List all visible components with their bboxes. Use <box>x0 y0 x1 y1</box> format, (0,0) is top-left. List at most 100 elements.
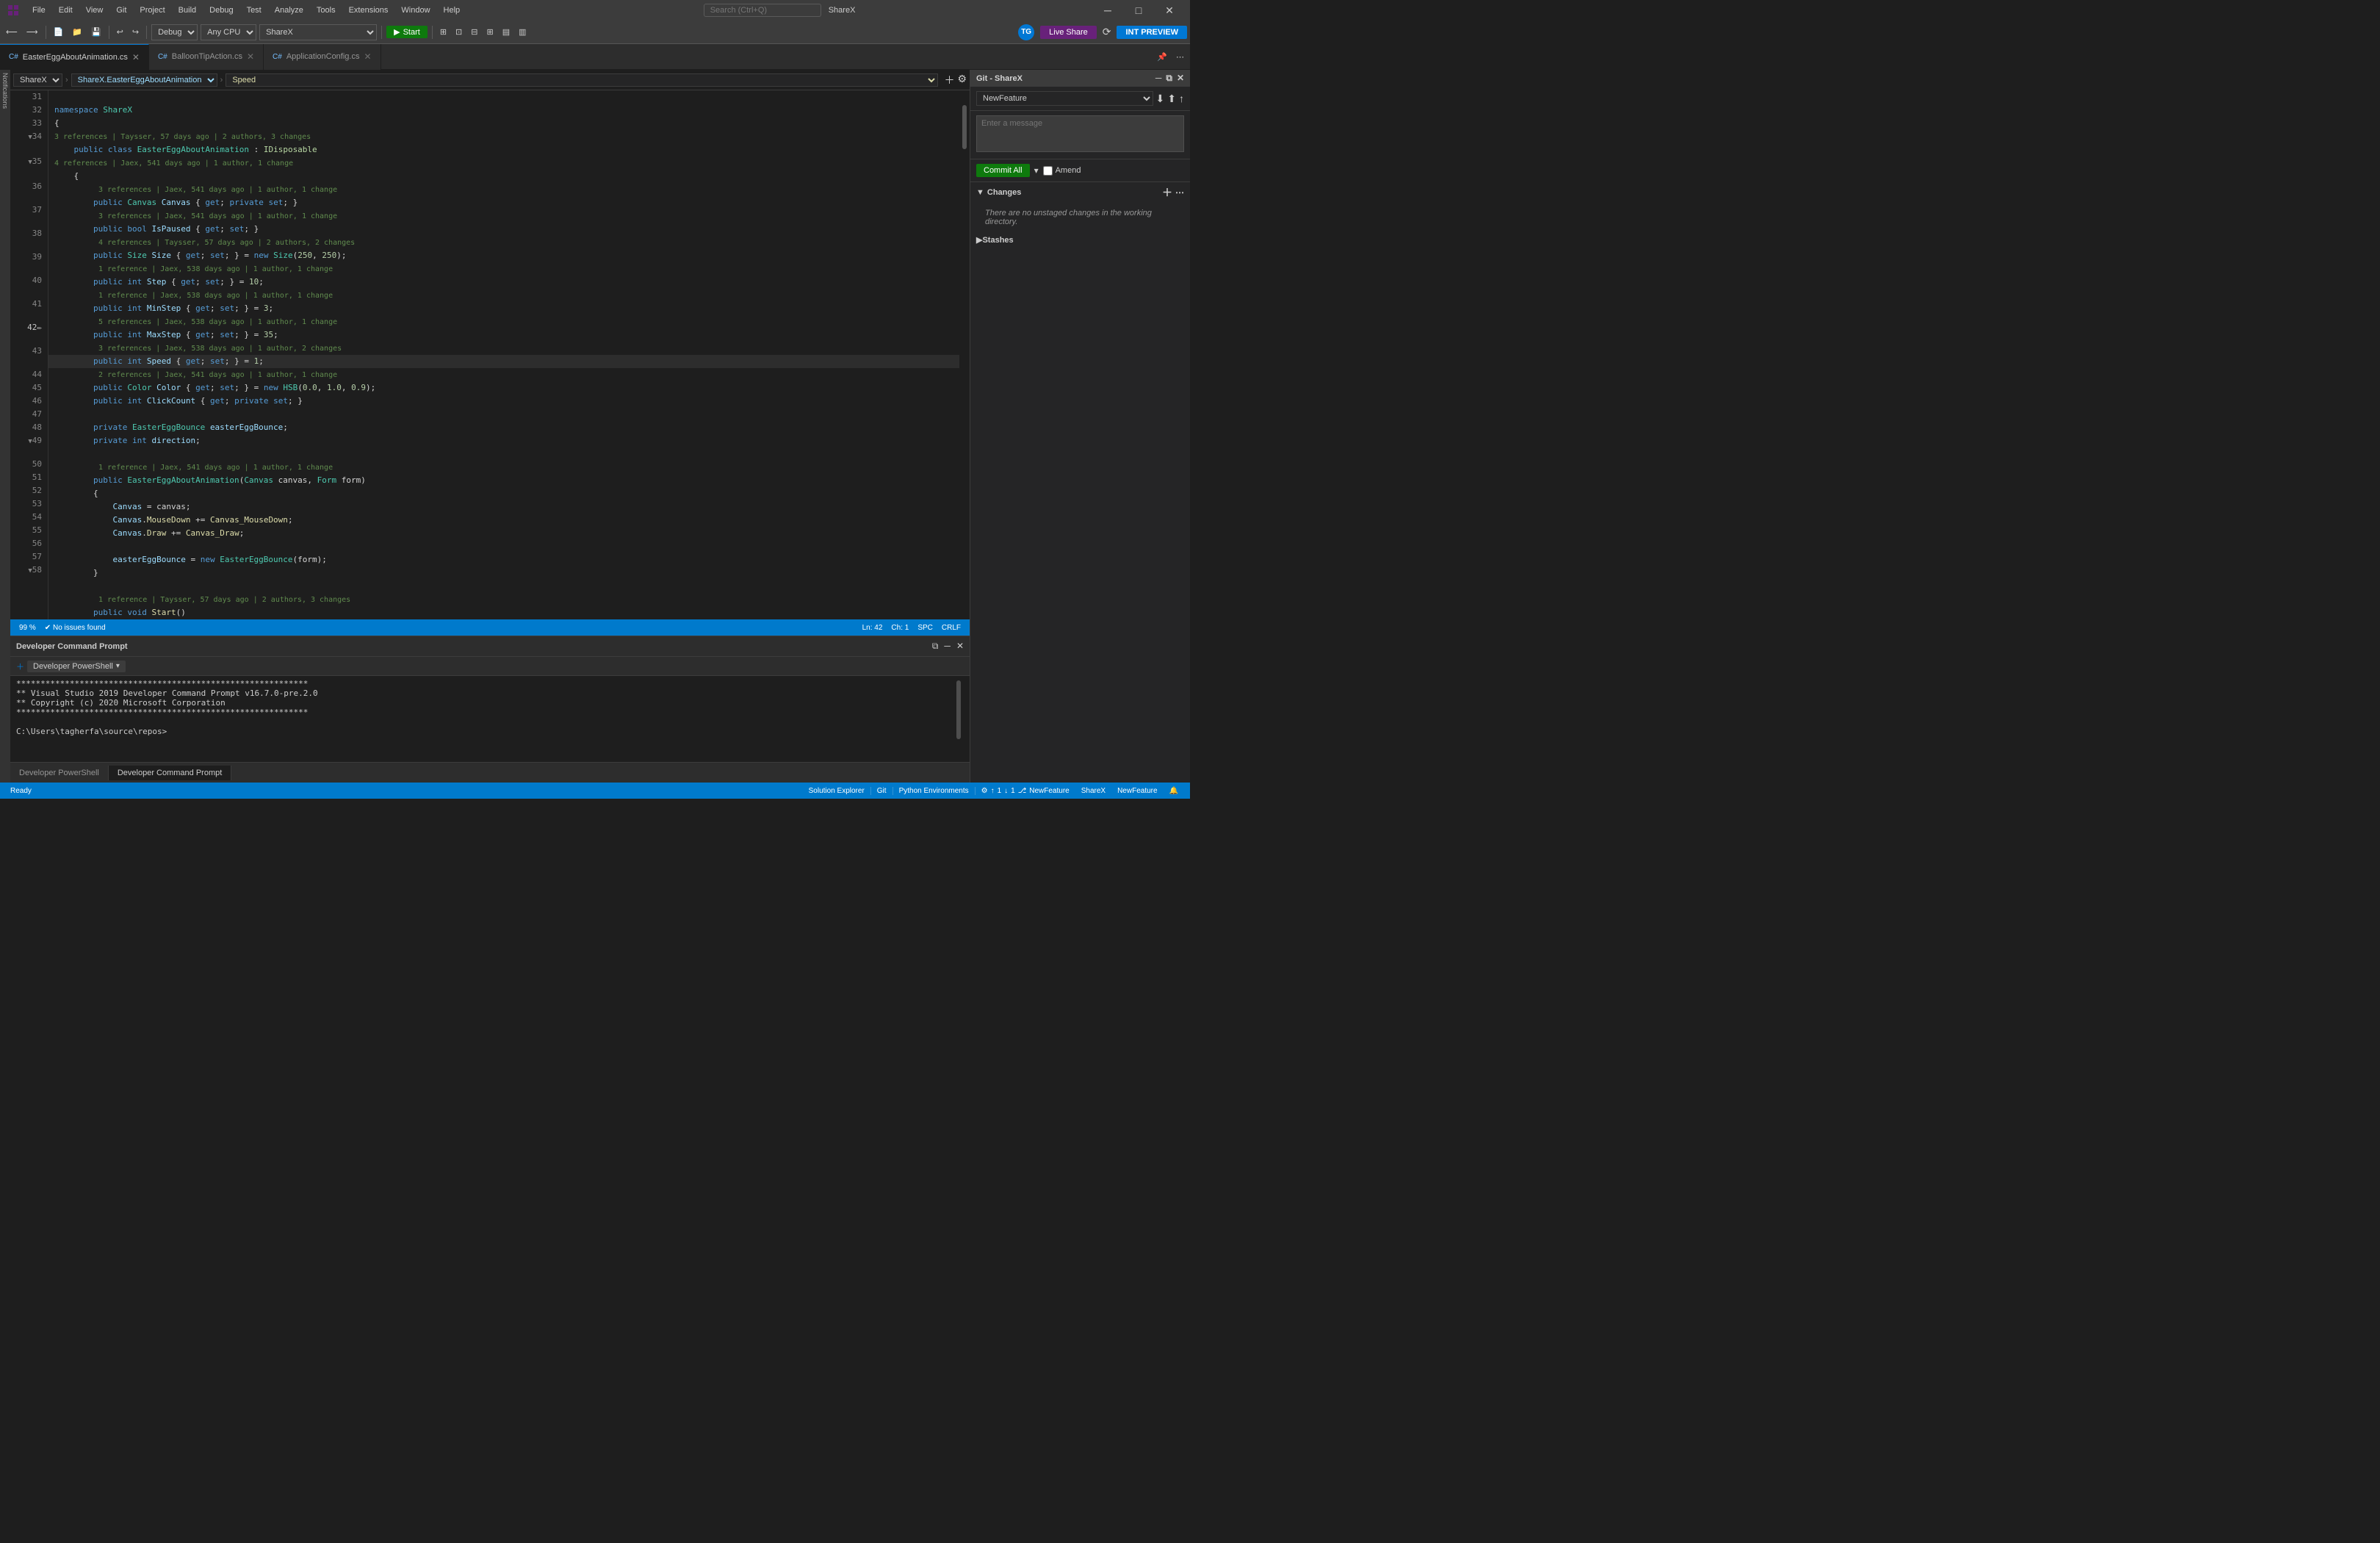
start-button[interactable]: ▶ Start <box>386 26 428 38</box>
editor-nav-add[interactable]: ＋ <box>944 73 954 87</box>
menu-file[interactable]: File <box>26 4 51 16</box>
python-environments-tab[interactable]: Python Environments <box>893 787 976 795</box>
fold-34[interactable]: ▼ <box>28 134 32 141</box>
editor-settings-icon[interactable]: ⚙ <box>957 73 967 87</box>
line-ending-status[interactable]: CRLF <box>939 624 964 632</box>
changes-add-icon[interactable]: ＋ <box>1162 185 1172 200</box>
toolbar-icon-e[interactable]: ▤ <box>500 26 513 38</box>
tab-label-1: EasterEggAboutAnimation.cs <box>23 53 128 62</box>
stashes-section-header[interactable]: ▶ Stashes <box>970 232 1190 248</box>
tab-overflow-icon[interactable]: ⋯ <box>1173 51 1187 63</box>
ready-status[interactable]: Ready <box>6 787 36 795</box>
menu-view[interactable]: View <box>80 4 109 16</box>
branch-select[interactable]: NewFeature <box>976 91 1153 106</box>
zoom-status[interactable]: 99 % <box>16 624 39 632</box>
git-tab[interactable]: Git <box>871 787 893 795</box>
project-breadcrumb-select[interactable]: ShareX <box>13 73 62 87</box>
minimize-button[interactable]: ─ <box>1093 0 1122 21</box>
solution-explorer-tab[interactable]: Solution Explorer <box>803 787 871 795</box>
tab-bar: C# EasterEggAboutAnimation.cs ✕ C# Ballo… <box>0 44 1190 70</box>
new-project-icon[interactable]: 📄 <box>51 26 67 38</box>
col-status[interactable]: Ch: 1 <box>888 624 912 632</box>
sharex-status[interactable]: ShareX <box>1075 787 1111 795</box>
menu-git[interactable]: Git <box>110 4 132 16</box>
stashes-label: Stashes <box>982 236 1013 245</box>
live-share-button[interactable]: Live Share <box>1040 26 1097 39</box>
fold-35[interactable]: ▼ <box>28 159 32 166</box>
restore-button[interactable]: □ <box>1124 0 1153 21</box>
git-pull-icon[interactable]: ↑ <box>1179 93 1184 104</box>
menu-extensions[interactable]: Extensions <box>343 4 394 16</box>
toolbar-icon-c[interactable]: ⊟ <box>468 26 480 38</box>
tab-balloon[interactable]: C# BalloonTipAction.cs ✕ <box>149 44 264 70</box>
redo-icon[interactable]: ↪ <box>129 26 142 38</box>
tab-close-2[interactable]: ✕ <box>247 51 254 62</box>
editor-scrollbar[interactable] <box>959 90 970 619</box>
terminal-scroll-thumb <box>956 680 961 739</box>
type-breadcrumb-select[interactable]: ShareX.EasterEggAboutAnimation <box>71 73 217 87</box>
changes-more-icon[interactable]: ⋯ <box>1175 187 1184 198</box>
undo-icon[interactable]: ↩ <box>114 26 126 38</box>
git-message-input[interactable] <box>976 115 1184 152</box>
issues-label: No issues found <box>53 624 106 632</box>
menu-build[interactable]: Build <box>173 4 202 16</box>
terminal-add-icon[interactable]: ＋ <box>16 661 24 672</box>
notifications-icon-area[interactable]: ⚙ ↑ 1 ↓ 1 ⎇ NewFeature <box>976 787 1075 795</box>
panel-float-icon[interactable]: ⧉ <box>932 641 939 652</box>
toolbar-icon-d[interactable]: ⊞ <box>483 26 496 38</box>
terminal-tab-command-prompt[interactable]: Developer Command Prompt <box>109 766 231 780</box>
commit-all-button[interactable]: Commit All <box>976 164 1030 177</box>
menu-help[interactable]: Help <box>438 4 466 16</box>
menu-tools[interactable]: Tools <box>311 4 342 16</box>
line-status[interactable]: Ln: 42 <box>859 624 886 632</box>
issues-status[interactable]: ✔ No issues found <box>42 624 109 632</box>
project-select[interactable]: ShareX <box>259 24 377 40</box>
panel-close-icon[interactable]: ✕ <box>956 641 964 652</box>
code-line-45 <box>48 408 959 421</box>
save-icon[interactable]: 💾 <box>88 26 104 38</box>
terminal-content-area[interactable]: ****************************************… <box>10 676 970 762</box>
menu-project[interactable]: Project <box>134 4 170 16</box>
bell-icon[interactable]: 🔔 <box>1164 787 1184 795</box>
fold-58[interactable]: ▼ <box>28 567 32 575</box>
int-preview-button[interactable]: INT PREVIEW <box>1117 26 1187 39</box>
new-feature-status[interactable]: NewFeature <box>1111 787 1163 795</box>
commit-dropdown-arrow[interactable]: ▾ <box>1034 165 1039 176</box>
panel-minimize-icon[interactable]: ─ <box>944 641 951 652</box>
debug-mode-select[interactable]: Debug <box>151 24 198 40</box>
code-body[interactable]: namespace ShareX { 3 references | Taysse… <box>48 90 959 619</box>
tab-close-3[interactable]: ✕ <box>364 51 371 62</box>
menu-debug[interactable]: Debug <box>203 4 239 16</box>
git-close-icon[interactable]: ✕ <box>1177 73 1184 84</box>
tab-appconfig[interactable]: C# ApplicationConfig.cs ✕ <box>264 44 381 70</box>
git-minimize-icon[interactable]: ─ <box>1155 73 1162 84</box>
developer-powershell-dropdown[interactable]: Developer PowerShell ▾ <box>27 661 126 672</box>
git-float-icon[interactable]: ⧉ <box>1166 73 1172 84</box>
terminal-scrollbar[interactable] <box>953 679 964 759</box>
menu-analyze[interactable]: Analyze <box>269 4 309 16</box>
menu-test[interactable]: Test <box>241 4 267 16</box>
menu-window[interactable]: Window <box>395 4 436 16</box>
toolbar-icon-a[interactable]: ⊞ <box>437 26 450 38</box>
open-icon[interactable]: 📁 <box>69 26 85 38</box>
tab-easter-egg[interactable]: C# EasterEggAboutAnimation.cs ✕ <box>0 44 149 70</box>
tab-close-1[interactable]: ✕ <box>132 52 140 62</box>
platform-select[interactable]: Any CPU <box>201 24 256 40</box>
toolbar-back[interactable]: ⟵ <box>3 26 21 38</box>
git-push-icon[interactable]: ⬆ <box>1167 93 1176 105</box>
spaces-status[interactable]: SPC <box>915 624 936 632</box>
menu-edit[interactable]: Edit <box>53 4 79 16</box>
toolbar-forward[interactable]: ⟶ <box>24 26 41 38</box>
terminal-tab-powershell[interactable]: Developer PowerShell <box>10 766 109 780</box>
git-fetch-icon[interactable]: ⬇ <box>1156 93 1165 105</box>
member-breadcrumb-select[interactable]: Speed <box>226 73 938 87</box>
toolbar-icon-f[interactable]: ▥ <box>516 26 529 38</box>
changes-section-header[interactable]: ▼ Changes ＋ ⋯ <box>970 182 1190 203</box>
search-input[interactable] <box>704 4 821 17</box>
toolbar-icon-b[interactable]: ⊡ <box>452 26 465 38</box>
close-button[interactable]: ✕ <box>1155 0 1184 21</box>
tab-pin-icon[interactable]: 📌 <box>1154 51 1170 63</box>
fold-49[interactable]: ▼ <box>28 438 32 445</box>
share-icon[interactable]: ⟳ <box>1103 26 1111 38</box>
amend-checkbox[interactable] <box>1043 166 1053 176</box>
